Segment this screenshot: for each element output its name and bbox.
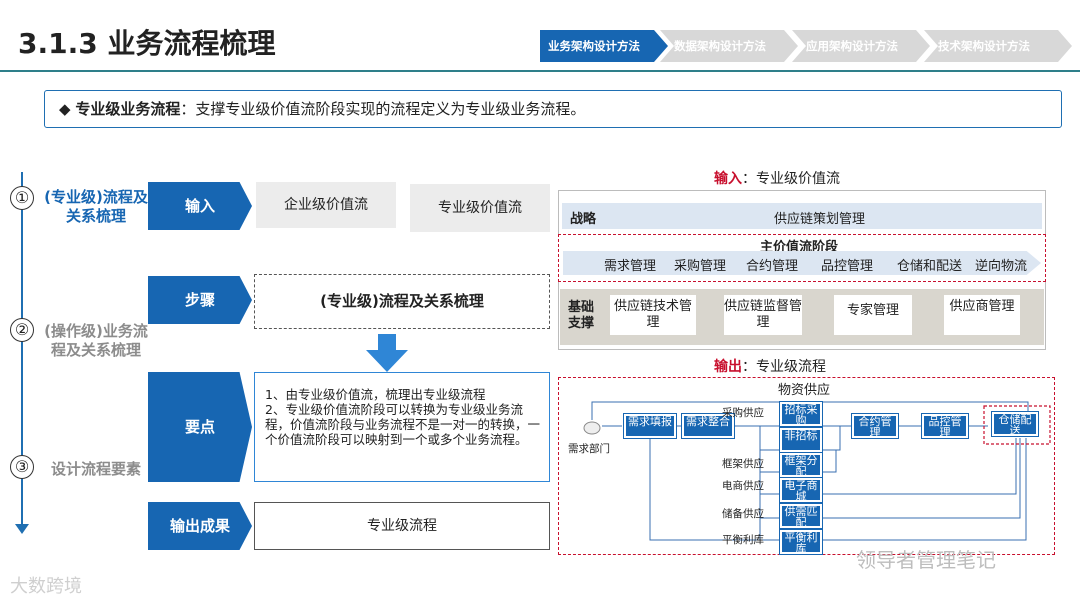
breadcrumb-technology-architecture[interactable]: 技术架构设计方法 bbox=[924, 30, 1072, 62]
node-tender: 招标采购 bbox=[779, 401, 823, 427]
output-value-box: 专业级流程 bbox=[254, 502, 550, 550]
header-divider bbox=[0, 70, 1080, 72]
page-title: 3.1.3 业务流程梳理 bbox=[18, 27, 276, 60]
branch-label-ecommerce: 电商供应 bbox=[722, 480, 764, 492]
step-chevron: 步骤 bbox=[148, 276, 252, 324]
branch-label-balance: 平衡利库 bbox=[722, 534, 764, 546]
watermark-left: 大数跨境 bbox=[10, 576, 82, 597]
node-contract: 合约管理 bbox=[851, 413, 899, 439]
node-e-mall: 电子商城 bbox=[779, 477, 823, 503]
chain-item-demand: 需求管理 bbox=[604, 259, 657, 274]
node-warehouse: 仓储配送 bbox=[991, 411, 1039, 437]
chain-item-procurement: 采购管理 bbox=[674, 259, 727, 274]
input-panel-caption: 输入：专业级价值流 bbox=[714, 171, 840, 187]
stage-label-2: (操作级)业务流程及关系梳理 bbox=[44, 322, 148, 359]
breadcrumb-business-architecture[interactable]: 业务架构设计方法 bbox=[540, 30, 668, 62]
chain-item-quality: 品控管理 bbox=[821, 259, 874, 274]
node-demand-fill: 需求填报 bbox=[623, 413, 677, 439]
support-item-supervision: 供应链监督管理 bbox=[724, 295, 802, 335]
branch-label-framework: 框架供应 bbox=[722, 458, 764, 470]
bullet-icon: ◆ bbox=[59, 100, 71, 118]
stage-label-3: 设计流程要素 bbox=[50, 460, 141, 478]
strategy-label: 战略 bbox=[570, 212, 597, 227]
watermark-right: 领导者管理笔记 bbox=[856, 548, 996, 572]
breadcrumb-application-architecture[interactable]: 应用架构设计方法 bbox=[792, 30, 930, 62]
node-framework: 框架分配 bbox=[779, 452, 823, 478]
chain-item-contract: 合约管理 bbox=[746, 259, 799, 274]
input-item-professional: 专业级价值流 bbox=[410, 184, 550, 232]
step-value-box: (专业级)流程及关系梳理 bbox=[254, 274, 550, 329]
support-item-expert: 专家管理 bbox=[834, 295, 912, 335]
keypoints-chevron: 要点 bbox=[148, 372, 252, 482]
definition-box: ◆ 专业级业务流程：支撑专业级价值流阶段实现的流程定义为专业级业务流程。 bbox=[44, 90, 1062, 128]
definition-keyword: 专业级业务流程 bbox=[75, 100, 181, 118]
stage-label-1: (专业级)流程及关系梳理 bbox=[44, 188, 148, 225]
node-supply-demand: 供需匹配 bbox=[779, 503, 823, 529]
node-balance: 平衡利库 bbox=[779, 529, 823, 555]
stage-number-1: ① bbox=[10, 186, 34, 210]
support-label: 基础支撑 bbox=[568, 300, 595, 331]
strategy-value: 供应链策划管理 bbox=[774, 212, 866, 227]
branch-label-reserve: 储备供应 bbox=[722, 508, 764, 520]
requester-label: 需求部门 bbox=[568, 443, 610, 455]
arrow-down-icon bbox=[15, 524, 29, 534]
branch-label-purchase: 采购供应 bbox=[722, 407, 764, 419]
input-chevron: 输入 bbox=[148, 182, 252, 230]
definition-text: ：支撑专业级价值流阶段实现的流程定义为专业级业务流程。 bbox=[180, 100, 586, 118]
stage-number-3: ③ bbox=[10, 455, 34, 479]
chain-item-storage: 仓储和配送 bbox=[897, 259, 963, 274]
support-item-tech: 供应链技术管理 bbox=[610, 295, 696, 335]
node-quality: 品控管理 bbox=[921, 413, 969, 439]
strategy-bar: 战略 供应链策划管理 bbox=[562, 203, 1042, 229]
breadcrumb-data-architecture[interactable]: 数据架构设计方法 bbox=[660, 30, 798, 62]
output-chevron: 输出成果 bbox=[148, 502, 252, 550]
support-item-supplier: 供应商管理 bbox=[944, 295, 1020, 335]
arrow-down-icon bbox=[366, 334, 408, 372]
keypoints-text: 1、由专业级价值流，梳理出专业级流程 2、专业级价值流阶段可以转换为专业级业务流… bbox=[254, 372, 550, 482]
chain-item-reverse: 逆向物流 bbox=[975, 259, 1028, 274]
output-panel-caption: 输出：专业级流程 bbox=[714, 359, 826, 375]
node-non-tender: 非招标 bbox=[779, 427, 823, 453]
input-item-enterprise: 企业级价值流 bbox=[256, 182, 396, 228]
stage-number-2: ② bbox=[10, 318, 34, 342]
